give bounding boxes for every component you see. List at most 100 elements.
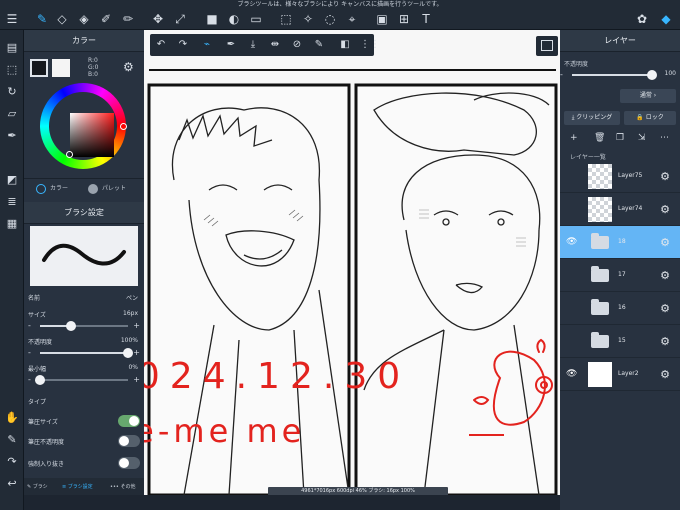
opacity-minus-icon[interactable]: - — [28, 348, 31, 358]
duplicate-layer-icon[interactable]: ❐ — [616, 133, 624, 143]
transform-icon[interactable]: ⤢ — [172, 11, 188, 27]
visibility-eye-icon[interactable]: 👁 — [566, 369, 577, 379]
rotate-icon[interactable]: ↻ — [4, 84, 20, 100]
selection-icon[interactable]: ⬚ — [4, 62, 20, 78]
text-icon[interactable]: T — [418, 11, 434, 27]
opacity-knob[interactable] — [123, 348, 133, 358]
clipping-button[interactable]: ⤓ クリッピング — [564, 111, 620, 125]
hand-icon[interactable]: ✋ — [4, 410, 20, 426]
layer-item-18[interactable]: 👁 18 ⚙ — [560, 226, 680, 259]
smoothing-icon[interactable]: ⌁ — [200, 38, 214, 52]
layers-list-icon[interactable]: ▤ — [4, 40, 20, 56]
saturation-value-square[interactable] — [70, 113, 114, 157]
layer-settings-gear-icon[interactable]: ⚙ — [660, 335, 670, 348]
drawing-canvas[interactable]: 2024.12.30 me-me me ↶ ↷ ⌁ ✒ ⤓ ⇹ ⊘ ✎ ◧ ⋮⋮… — [144, 30, 560, 495]
rotate-lock-icon[interactable]: ⊘ — [290, 38, 304, 52]
min-width-slider[interactable]: - + — [28, 375, 140, 385]
size-plus-icon[interactable]: + — [133, 321, 140, 331]
layers-icon[interactable]: ◆ — [658, 11, 674, 27]
delete-layer-icon[interactable]: 🗑 — [594, 133, 605, 143]
brush-icon[interactable]: ✎ — [34, 11, 50, 27]
lasso-icon[interactable]: ◌ — [322, 11, 338, 27]
blend-mode-button[interactable]: 通常 › — [620, 89, 676, 103]
tab-other[interactable]: ••• その他 — [110, 483, 135, 490]
tone-icon[interactable]: ▦ — [4, 216, 20, 232]
layer-settings-gear-icon[interactable]: ⚙ — [660, 269, 670, 282]
hue-wheel[interactable] — [40, 83, 127, 169]
blur-eraser-icon[interactable]: ◈ — [76, 11, 92, 27]
tab-palette[interactable]: パレット — [88, 183, 126, 194]
layer-item-17[interactable]: 17 ⚙ — [560, 259, 680, 292]
pen-swap-icon[interactable]: ✐ — [98, 11, 114, 27]
edit-icon[interactable]: ✎ — [312, 38, 326, 52]
layer-item-layer74[interactable]: Layer74 ⚙ — [560, 193, 680, 226]
grip-icon[interactable]: ⋮⋮ — [360, 38, 380, 52]
menu-icon[interactable]: ☰ — [4, 11, 20, 27]
layer-settings-gear-icon[interactable]: ⚙ — [660, 203, 670, 216]
color-settings-gear-icon[interactable]: ⚙ — [123, 60, 134, 74]
fill-color-icon[interactable]: ■ — [204, 11, 220, 27]
type-row[interactable]: タイプ — [28, 397, 140, 406]
eyedropper-icon[interactable]: ✒ — [4, 128, 20, 144]
flip-icon[interactable]: ⇹ — [268, 38, 282, 52]
gradient-icon[interactable]: ▭ — [248, 11, 264, 27]
layer-settings-gear-icon[interactable]: ⚙ — [660, 368, 670, 381]
shape-icon[interactable]: ▣ — [374, 11, 390, 27]
import-layer-icon[interactable]: ⇲ — [638, 133, 646, 143]
layer-opacity-slider[interactable]: - — [560, 70, 680, 80]
layer-settings-gear-icon[interactable]: ⚙ — [660, 236, 670, 249]
min-width-knob[interactable] — [35, 375, 45, 385]
opacity-plus-icon[interactable]: + — [133, 348, 140, 358]
redo-icon[interactable]: ↷ — [176, 38, 190, 52]
materials-icon[interactable]: ✿ — [634, 11, 650, 27]
magic-wand-icon[interactable]: ✧ — [300, 11, 316, 27]
main-color-swatch[interactable] — [30, 59, 48, 77]
layer-item-layer2[interactable]: 👁 Layer2 ⚙ — [560, 358, 680, 391]
select-pen-icon[interactable]: ⌖ — [344, 11, 360, 27]
lock-button[interactable]: 🔒 ロック — [624, 111, 676, 125]
color-square-icon[interactable]: ◩ — [4, 172, 20, 188]
ruler-icon[interactable]: ▱ — [4, 106, 20, 122]
redo-icon[interactable]: ↷ — [4, 454, 20, 470]
more-icon[interactable]: ⋯ — [660, 133, 669, 143]
bucket-icon[interactable]: ◐ — [226, 11, 242, 27]
size-minus-icon[interactable]: - — [28, 321, 31, 331]
brush-list-icon[interactable]: ≣ — [4, 194, 20, 210]
navigator-button[interactable] — [536, 36, 558, 56]
visibility-eye-icon[interactable]: 👁 — [566, 237, 577, 247]
layer-opacity-minus-icon[interactable]: - — [560, 70, 563, 80]
eraser-icon[interactable]: ◇ — [54, 11, 70, 27]
undo-icon[interactable]: ↶ — [154, 38, 168, 52]
move-icon[interactable]: ✥ — [150, 11, 166, 27]
pencil-icon[interactable]: ✏ — [120, 11, 136, 27]
select-icon[interactable]: ⬚ — [278, 11, 294, 27]
layer-item-layer75[interactable]: Layer75 ⚙ — [560, 160, 680, 193]
sub-color-swatch[interactable] — [52, 59, 70, 77]
tab-brush[interactable]: ✎ ブラシ — [27, 483, 48, 490]
sv-cursor[interactable] — [66, 151, 73, 158]
add-layer-icon[interactable]: + — [570, 133, 578, 143]
tab-brush-settings[interactable]: ≡ ブラシ設定 — [62, 483, 93, 490]
frame-icon[interactable]: ⊞ — [396, 11, 412, 27]
min-width-minus-icon[interactable]: - — [28, 375, 31, 385]
size-slider[interactable]: - + — [28, 321, 140, 331]
download-icon[interactable]: ⤓ — [246, 38, 260, 52]
snap-icon[interactable]: ◧ — [338, 38, 352, 52]
hue-cursor[interactable] — [120, 123, 127, 130]
eyedropper-quick-icon[interactable]: ✒ — [224, 38, 238, 52]
min-width-plus-icon[interactable]: + — [133, 375, 140, 385]
layer-item-15[interactable]: 15 ⚙ — [560, 325, 680, 358]
size-knob[interactable] — [65, 321, 76, 331]
layer-opacity-knob[interactable] — [647, 70, 657, 80]
pressure-opacity-toggle[interactable] — [118, 435, 140, 447]
forced-in-out-toggle[interactable] — [118, 457, 140, 469]
layer-settings-gear-icon[interactable]: ⚙ — [660, 302, 670, 315]
opacity-slider[interactable]: - + — [28, 348, 140, 358]
pen-icon[interactable]: ✎ — [4, 432, 20, 448]
pressure-size-toggle[interactable] — [118, 415, 140, 427]
layer-item-16[interactable]: 16 ⚙ — [560, 292, 680, 325]
tab-color[interactable]: カラー — [36, 183, 68, 194]
brush-name-row[interactable]: 名前 ペン — [28, 293, 140, 302]
back-icon[interactable]: ↩ — [4, 476, 20, 492]
layer-settings-gear-icon[interactable]: ⚙ — [660, 170, 670, 183]
